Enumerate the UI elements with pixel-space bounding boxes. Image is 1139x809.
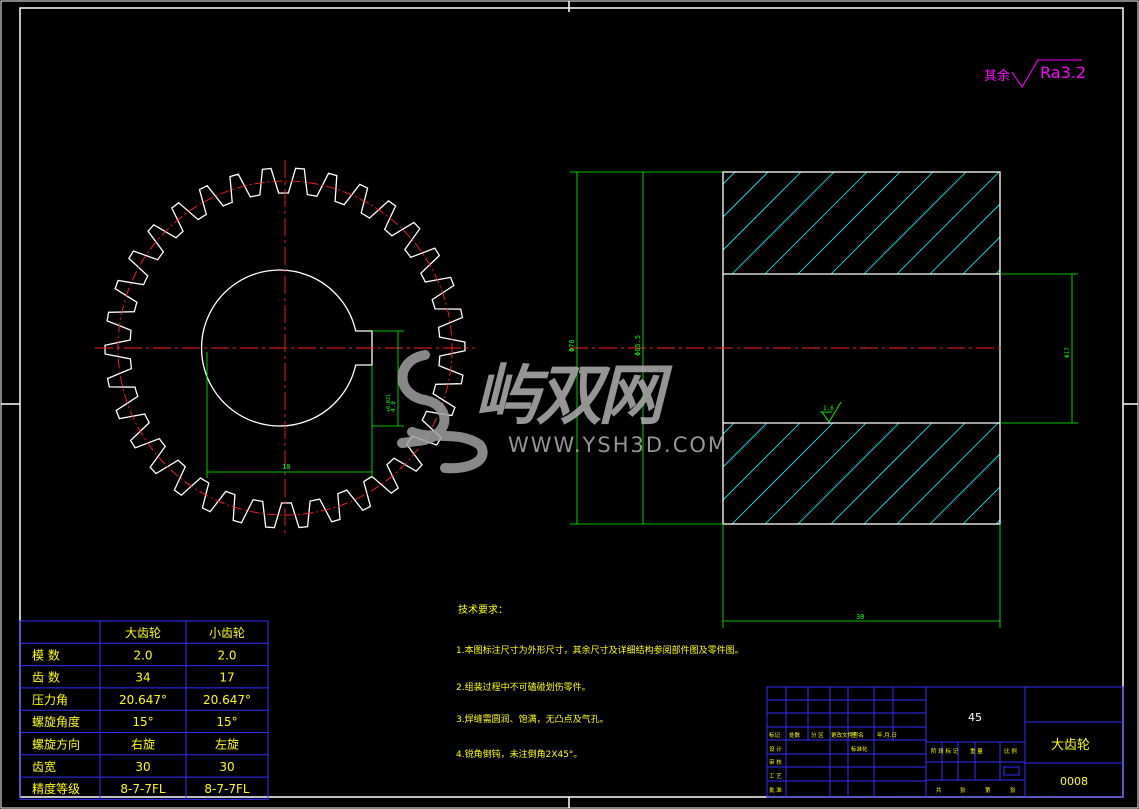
hatch-line (863, 423, 966, 524)
table-cell: 齿 数 (32, 670, 60, 685)
technical-notes: 技术要求： 1.本图标注尺寸为外形尺寸，其余尺寸及详细结构参阅部件图及零件图。 … (456, 603, 744, 760)
title-block-label: 比 例 (1004, 747, 1017, 755)
part-name: 大齿轮 (1051, 738, 1090, 753)
hatch-line (896, 423, 999, 524)
watermark-brand: 屿双网 (474, 357, 673, 434)
length-dim: 30 (856, 613, 864, 621)
gear-front-view: 18 4.0 +0.021 (95, 160, 475, 535)
outer-diameter-dim: Φ76 (568, 339, 576, 352)
key-width-dim: 18 (282, 463, 290, 471)
surface-roughness-symbol: 其余 Ra3.2 (984, 59, 1086, 88)
gear-parameter-table: 大齿轮 小齿轮模 数 2.0 2.0 齿 数 34 17 压力角 20.647° 20.647° 螺… (19, 620, 269, 800)
table-cell: 2.0 (217, 648, 236, 662)
title-block-label: 工 艺 (769, 773, 782, 780)
table-cell: 螺旋方向 (32, 737, 80, 752)
note-item: 2.组装过程中不可磕碰划伤零件。 (456, 681, 591, 693)
hatch-line (863, 172, 967, 274)
table-cell: 8-7-7FL (204, 782, 249, 796)
hatch-line (1095, 423, 1139, 524)
bore-dimensions (206, 330, 404, 478)
hatch-line (731, 172, 835, 274)
table-cell: 压力角 (32, 693, 68, 707)
note-item: 3.焊缝需圆润、饱满，无凸点及气孔。 (456, 713, 609, 725)
hatch-line (1062, 172, 1139, 274)
hatch-line (723, 172, 802, 251)
title-block-label: 批 准 (769, 786, 782, 794)
hatch-line (830, 172, 934, 274)
table-cell: 17 (219, 671, 234, 685)
hatch-line (995, 519, 1000, 524)
hatch-line (1029, 172, 1131, 274)
bore-diameter-dim: Φ17 (1064, 347, 1071, 358)
table-cell: 20.647° (119, 693, 167, 707)
watermark-logo (397, 350, 488, 474)
title-block-label: 张 (1010, 786, 1016, 794)
notes-title: 技术要求： (458, 603, 508, 616)
bore-roughness-value: 1.6 (823, 405, 834, 412)
roughness-value: Ra3.2 (1040, 63, 1086, 82)
hatch-line (797, 423, 900, 524)
table-cell: 15° (132, 715, 153, 729)
table-cell: 齿宽 (32, 759, 56, 774)
title-block-label: 共 (936, 786, 942, 794)
table-cell: 20.647° (203, 693, 251, 707)
table-cell: 30 (219, 760, 234, 774)
hatch-top (600, 172, 1139, 274)
hatch-line (1029, 423, 1130, 524)
title-block: 45 大齿轮 0008 标记 处数分 区更改文件号签 名年.月.日设 计标准化审 … (766, 686, 1124, 798)
table-cell: 右旋 (131, 737, 155, 752)
table-cell: 螺旋角度 (32, 714, 80, 729)
title-block-label: 张 (960, 786, 966, 794)
title-block-label: 重 量 (970, 747, 983, 755)
watermark: 屿双网 WWW.YSH3D.COM (397, 350, 728, 474)
title-block-label: 第 (985, 786, 991, 794)
title-block-label: 阶 段 标 记 (931, 747, 959, 755)
table-cell: 15° (216, 715, 237, 729)
drawing-number: 0008 (1060, 775, 1088, 788)
cad-drawing: 其余 Ra3.2 18 4.0 +0.021 Φ76 Φ65.5 Φ17 30 … (0, 0, 1139, 809)
hatch-line (896, 172, 1000, 274)
table-cell: 模 数 (32, 647, 60, 662)
hatch-line (1062, 423, 1139, 524)
title-block-label: 审 核 (769, 758, 782, 766)
note-item: 4.锐角倒钝，未注倒角2X45°。 (456, 748, 582, 760)
key-height-tol: +0.021 (386, 394, 392, 412)
hatch-line (797, 172, 901, 274)
hatch-line (723, 172, 769, 218)
table-header-cell: 大齿轮 (125, 626, 161, 640)
table-cell: 30 (135, 760, 150, 774)
table-cell: 精度等级 (32, 781, 80, 796)
title-block-label: 标记 (769, 731, 781, 739)
hatch-line (764, 172, 868, 274)
hatch-line (929, 453, 1000, 524)
title-block-label: 年.月.日 (877, 731, 897, 739)
hatch-line (995, 269, 1000, 274)
material: 45 (968, 711, 982, 724)
hatch-line (731, 423, 834, 524)
title-block-label: 签 名 (851, 731, 864, 739)
hatch-line (962, 486, 1000, 524)
table-cell: 2.0 (133, 648, 152, 662)
title-block-label: 设 计 (769, 745, 782, 753)
pitch-diameter-dim: Φ65.5 (634, 335, 642, 356)
title-block-label: 处数 (789, 731, 801, 739)
hatch-line (764, 423, 867, 524)
hatch-line (1095, 172, 1139, 274)
table-cell: 34 (135, 671, 150, 685)
hatch-line (962, 236, 1000, 274)
title-block-label: 标准化 (851, 745, 868, 753)
hatch-line (723, 172, 736, 185)
bore-roughness-symbol: 1.6 (820, 401, 842, 423)
table-cell: 左旋 (215, 737, 239, 752)
roughness-prefix: 其余 (984, 68, 1010, 84)
table-header-cell: 小齿轮 (209, 626, 245, 640)
hatch-line (830, 423, 933, 524)
note-item: 1.本图标注尺寸为外形尺寸，其余尺寸及详细结构参阅部件图及零件图。 (456, 644, 744, 656)
hatch-line (600, 172, 702, 274)
table-cell: 8-7-7FL (120, 782, 165, 796)
watermark-url: WWW.YSH3D.COM (508, 433, 728, 457)
hatch-line (929, 203, 1000, 274)
title-block-label: 分 区 (811, 731, 824, 739)
